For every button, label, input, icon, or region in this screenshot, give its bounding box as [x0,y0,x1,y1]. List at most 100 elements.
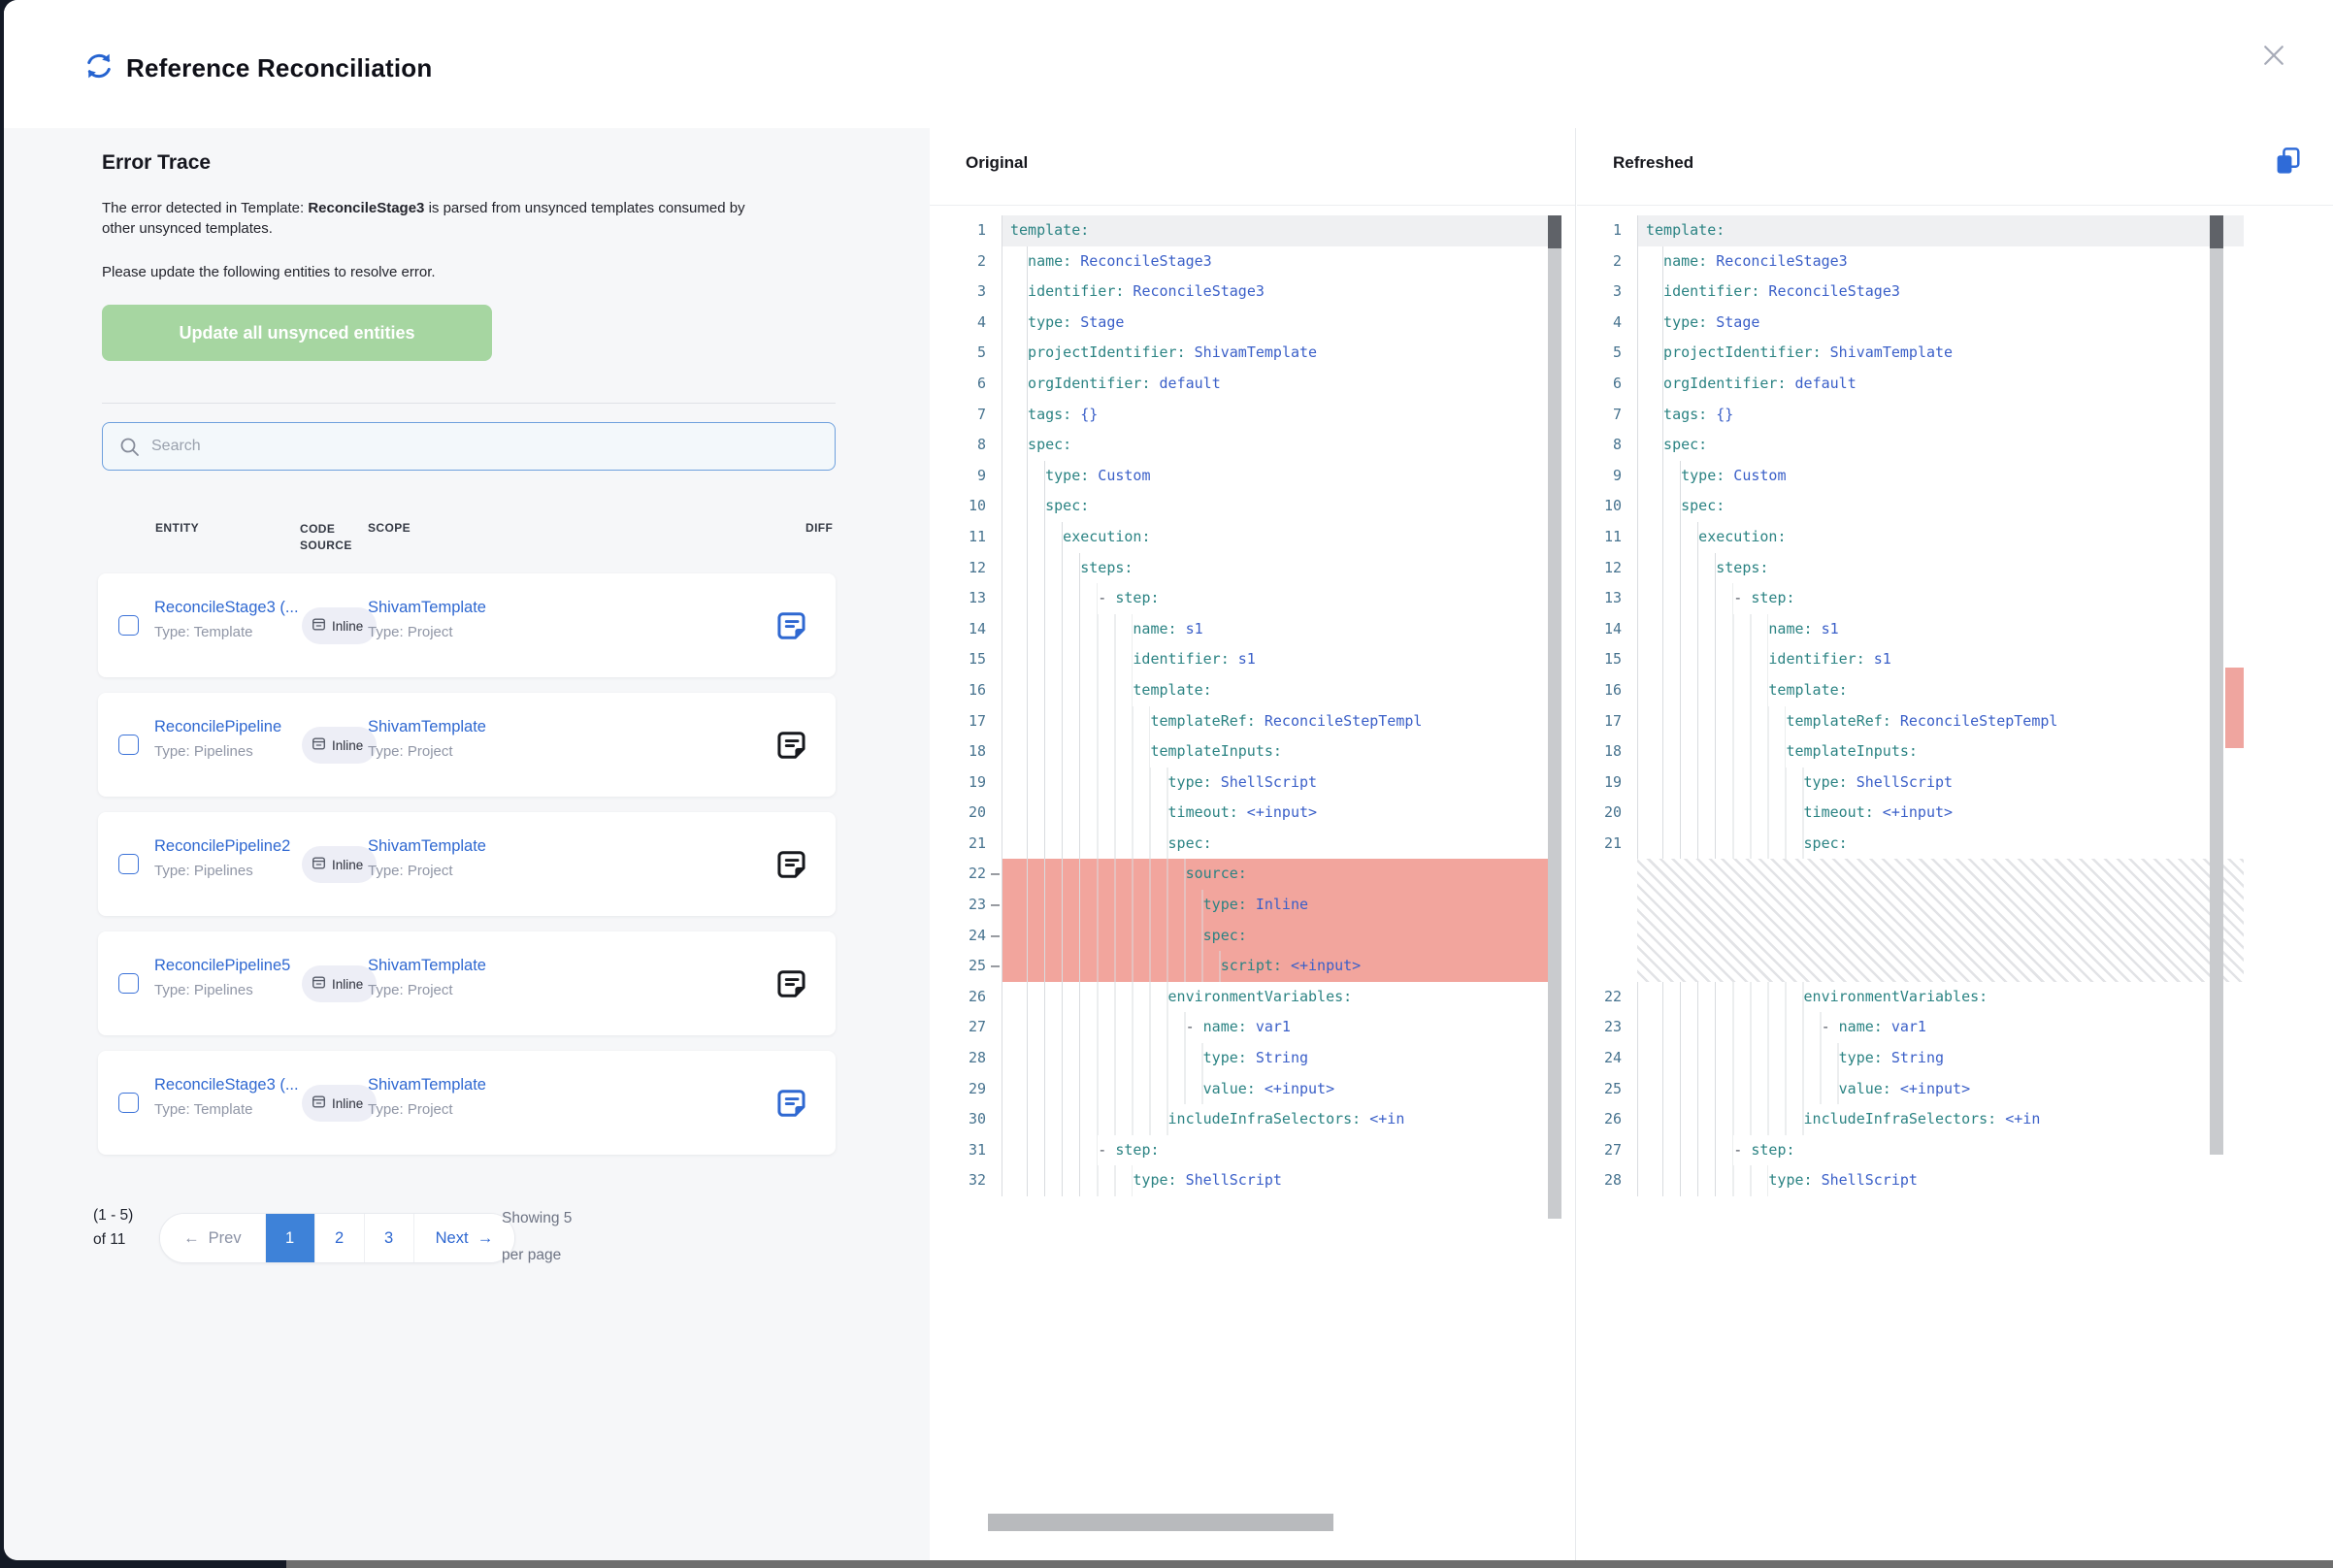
entity-link[interactable]: ReconcilePipeline2 [154,837,290,855]
code-line: 3identifier: ReconcileStage3 [1577,277,2244,308]
indent-guides [1010,461,1045,492]
code-line: 18templateInputs: [930,736,1561,768]
row-checkbox[interactable] [118,615,139,636]
indent-guides [1010,308,1028,339]
line-number: 23 [1577,1012,1637,1043]
yaml-key: type: [1681,467,1725,484]
store-icon [312,617,332,635]
indent-guides [1010,1104,1168,1135]
code-line: 10spec: [930,491,1561,522]
page-button-3[interactable]: 3 [364,1214,413,1262]
code-line-content: templateRef: ReconcileStepTempl [1002,706,1561,737]
scope-link[interactable]: ShivamTemplate [368,837,486,855]
line-number: 17 [930,706,1002,737]
prev-arrow-icon: ← [183,1229,200,1248]
indent-guides [1646,1104,1804,1135]
column-code-source: CODE SOURCE [300,521,364,554]
indent-guides [1010,491,1045,522]
yaml-dash: - [1733,1141,1751,1159]
original-scrollbar-thumb[interactable] [1548,215,1561,248]
copy-icon[interactable] [2273,146,2304,177]
row-checkbox[interactable] [118,854,139,874]
yaml-key: step: [1115,1141,1159,1159]
close-icon[interactable] [2259,41,2288,70]
code-source-badge: Inline [302,1085,377,1122]
line-number: 20 [930,798,1002,829]
yaml-value: ReconcileStage3 [1759,282,1900,300]
yaml-key: spec: [1203,927,1247,944]
entity-link[interactable]: ReconcilePipeline [154,718,281,735]
store-icon [312,736,332,754]
row-checkbox[interactable] [118,735,139,755]
code-line: 1template: [930,215,1561,246]
entity-list: ReconcileStage3 (...Type: TemplateInline… [98,573,836,1170]
refreshed-vertical-scrollbar[interactable] [2210,215,2223,1155]
update-all-unsynced-entities-button[interactable]: Update all unsynced entities [102,305,492,361]
scope-link[interactable]: ShivamTemplate [368,718,486,735]
diff-note-icon[interactable] [775,848,808,881]
code-line: 32type: ShellScript [930,1165,1561,1196]
yaml-key: type: [1133,1171,1176,1189]
diff-note-icon[interactable] [775,729,808,762]
next-page-button[interactable]: Next → [413,1214,515,1262]
refreshed-diff-panel: Refreshed 1template:2name: ReconcileStag… [1577,128,2333,1560]
indent-guides [1646,1012,1822,1043]
line-number: 14 [930,614,1002,645]
original-vertical-scrollbar[interactable] [1548,215,1561,1219]
code-line-content: template: [1637,675,2244,706]
entity-link[interactable]: ReconcilePipeline5 [154,957,290,974]
code-line-content: includeInfraSelectors: <+in [1637,1104,2244,1135]
page-button-2[interactable]: 2 [314,1214,364,1262]
indent-guides [1646,644,1768,675]
store-icon [312,975,332,993]
code-line: 26environmentVariables: [930,982,1561,1013]
entity-link[interactable]: ReconcileStage3 (... [154,599,299,616]
pagination-controls: ← Prev123Next → [159,1213,515,1263]
refreshed-scrollbar-thumb[interactable] [2210,215,2223,248]
code-line-content: includeInfraSelectors: <+in [1002,1104,1561,1135]
scope-link[interactable]: ShivamTemplate [368,599,486,616]
scope-link[interactable]: ShivamTemplate [368,957,486,974]
table-row: ReconcileStage3 (...Type: TemplateInline… [98,1051,836,1155]
code-line-content: templateInputs: [1637,736,2244,768]
line-number: 14 [1577,614,1637,645]
yaml-key: step: [1751,589,1794,606]
search-input[interactable] [151,423,825,470]
scope-type-label: Type: Project [368,982,581,998]
code-line-content: type: Custom [1002,461,1561,492]
yaml-value: <+in [1996,1110,2040,1127]
diff-note-icon[interactable] [775,609,808,642]
indent-guides [1010,1012,1186,1043]
yaml-key: tags: [1663,406,1707,423]
code-line-content: orgIdentifier: default [1002,369,1561,400]
line-number: 6 [1577,369,1637,400]
prev-page-button[interactable]: ← Prev [160,1214,265,1262]
code-line: 23- name: var1 [1577,1012,2244,1043]
indent-guides [1646,1043,1839,1074]
scope-cell: ShivamTemplateType: Project [368,837,581,879]
code-line: 2name: ReconcileStage3 [1577,246,2244,278]
page-button-1[interactable]: 1 [265,1214,314,1262]
code-line-content: type: Stage [1637,308,2244,339]
line-number: 32 [930,1165,1002,1196]
row-checkbox[interactable] [118,1093,139,1113]
yaml-dash: - [1733,589,1751,606]
line-number: 5 [1577,338,1637,369]
original-code-editor[interactable]: 1template:2name: ReconcileStage33identif… [930,215,1575,1560]
diff-note-icon[interactable] [775,1087,808,1120]
scope-link[interactable]: ShivamTemplate [368,1076,486,1094]
row-checkbox[interactable] [118,973,139,994]
indent-guides [1646,400,1663,431]
code-line-content: - step: [1002,1135,1561,1166]
yaml-key: type: [1768,1171,1812,1189]
yaml-key: steps: [1716,559,1768,576]
line-number: 15 [1577,644,1637,675]
line-number: 20 [1577,798,1637,829]
diff-note-icon[interactable] [775,967,808,1000]
entity-link[interactable]: ReconcileStage3 (... [154,1076,299,1094]
page-horizontal-scrollbar[interactable] [286,1560,2333,1568]
line-number: 21 [1577,829,1637,860]
original-horizontal-scrollbar[interactable] [988,1514,1333,1531]
line-number: 31 [930,1135,1002,1166]
line-number: 15 [930,644,1002,675]
